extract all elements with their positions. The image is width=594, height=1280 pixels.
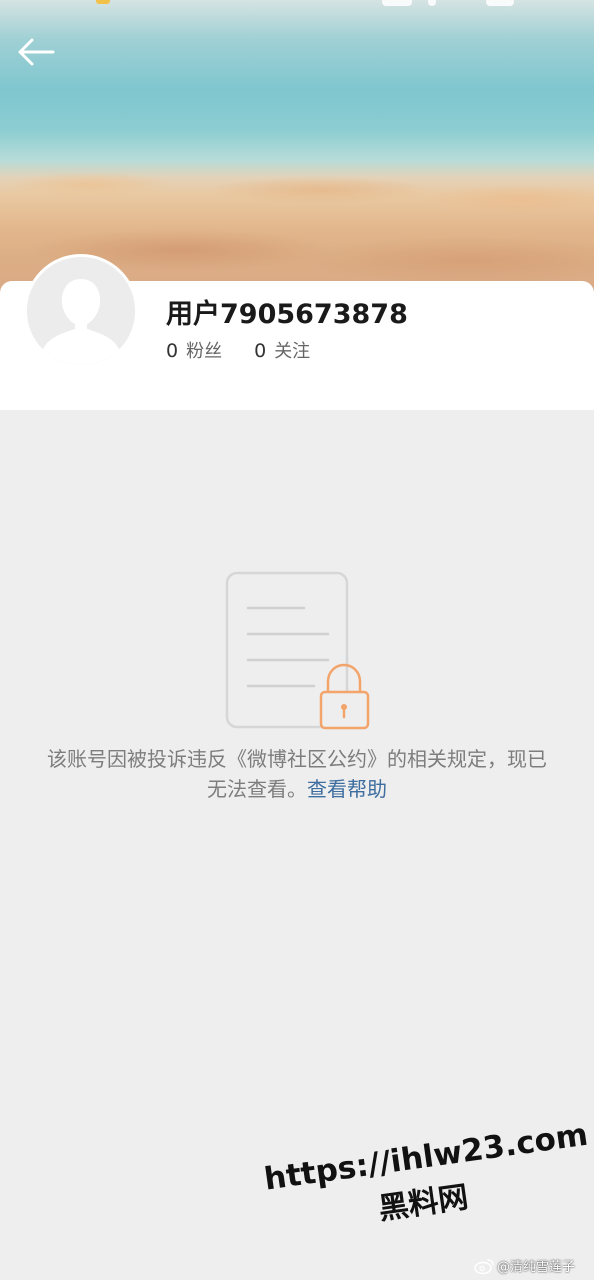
followers-stat[interactable]: 0 粉丝 bbox=[166, 337, 222, 363]
weibo-logo-icon bbox=[474, 1258, 494, 1274]
weibo-watermark: @清纯雪莲子 bbox=[474, 1256, 575, 1275]
avatar[interactable] bbox=[24, 254, 138, 368]
back-arrow-icon bbox=[18, 38, 55, 66]
blocked-notice: 该账号因被投诉违反《微博社区公约》的相关规定，现已无法查看。查看帮助 bbox=[40, 744, 554, 804]
weibo-handle: @清纯雪莲子 bbox=[497, 1260, 576, 1275]
profile-stats: 0 粉丝 0 关注 bbox=[166, 337, 310, 363]
back-button[interactable] bbox=[16, 32, 56, 72]
blocked-message: 该账号因被投诉违反《微博社区公约》的相关规定，现已无法查看。 bbox=[47, 747, 547, 801]
username: 用户7905673878 bbox=[166, 299, 408, 330]
following-count: 0 bbox=[254, 340, 267, 362]
followers-label: 粉丝 bbox=[186, 341, 223, 362]
following-label: 关注 bbox=[274, 341, 311, 362]
following-stat[interactable]: 0 关注 bbox=[254, 337, 310, 363]
followers-count: 0 bbox=[166, 340, 179, 362]
help-link[interactable]: 查看帮助 bbox=[307, 777, 387, 801]
status-bar-indicator bbox=[96, 0, 110, 4]
status-bar-item bbox=[382, 0, 412, 6]
status-bar-item bbox=[486, 0, 514, 6]
blocked-illustration bbox=[225, 571, 370, 730]
default-avatar-icon bbox=[27, 257, 135, 365]
